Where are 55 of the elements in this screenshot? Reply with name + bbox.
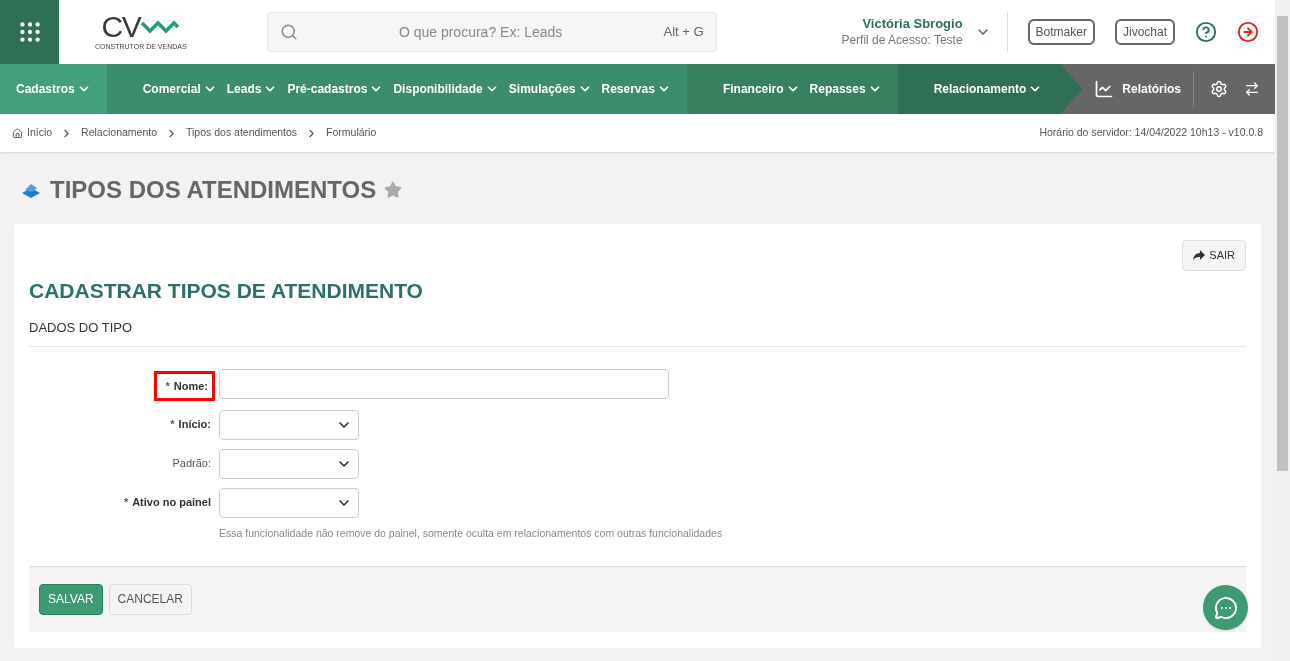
nav-menu-item[interactable]: Repasses <box>809 80 882 98</box>
breadcrumb-link[interactable]: Início <box>27 125 53 141</box>
share-arrow-icon <box>1193 249 1206 261</box>
shortcut-hint: Alt + G <box>663 23 704 42</box>
field-label: * Início: <box>170 412 215 437</box>
logout-icon[interactable] <box>1237 21 1259 43</box>
nav-menu-item[interactable]: Simulações <box>508 80 592 98</box>
breadcrumb-link[interactable]: Formulário <box>326 125 377 141</box>
help-text: Essa funcionalidade não remove do painel, somente oculta em relacionamentos com outras funcionalidades <box>219 526 723 541</box>
apps-menu-button[interactable] <box>0 0 59 64</box>
nav-menu-item[interactable]: Cadastros <box>16 80 91 98</box>
select-field[interactable] <box>219 449 359 479</box>
settings-icon[interactable] <box>1210 80 1228 98</box>
exit-button[interactable]: SAIR <box>1182 240 1246 271</box>
cancel-button[interactable]: CANCELAR <box>108 583 192 615</box>
home-icon <box>12 127 23 139</box>
reports-link[interactable]: Relatórios <box>1082 79 1193 99</box>
page-title: TIPOS DOS ATENDIMENTOS <box>50 175 377 205</box>
search-input[interactable]: O que procura? Ex: Leads <box>297 21 664 43</box>
nav-menu-item[interactable]: Leads <box>226 80 278 98</box>
nav-menu-item[interactable]: Pré-cadastros <box>287 80 384 98</box>
required-mark: * <box>123 495 129 510</box>
field-label: * Ativo no painel <box>123 490 215 515</box>
logo-wave-icon <box>140 18 181 35</box>
server-time: Horário do servidor: 14/04/2022 10h13 - v10.0.8 <box>1039 125 1263 141</box>
save-button[interactable]: SALVAR <box>39 583 103 615</box>
section-heading: DADOS DO TIPO <box>29 318 1246 347</box>
breadcrumb-link[interactable]: Tipos dos atendimentos <box>186 125 298 141</box>
name-input[interactable] <box>219 368 669 399</box>
search-field[interactable]: O que procura? Ex: Leads Alt + G <box>266 12 717 52</box>
field-label: * Nome: <box>154 370 215 401</box>
user-menu[interactable]: Victória Sbrogio Perfil de Acesso: Teste <box>841 12 1008 52</box>
favorite-star-icon[interactable] <box>384 181 403 199</box>
form-title: CADASTRAR TIPOS DE ATENDIMENTO <box>29 277 424 304</box>
select-field[interactable] <box>219 488 359 518</box>
chat-button[interactable]: Jivochat <box>1114 19 1175 45</box>
breadcrumb-link[interactable]: Relacionamento <box>81 125 157 141</box>
chat-bubble-icon <box>1213 595 1238 620</box>
select-field[interactable] <box>219 410 359 440</box>
line-chart-icon <box>1094 79 1115 99</box>
required-mark: * <box>165 378 170 394</box>
swap-icon[interactable] <box>1244 81 1260 97</box>
logo-letters: CV <box>101 11 141 42</box>
access-profile: Perfil de Acesso: Teste <box>841 32 963 48</box>
field-label: Padrão: <box>172 456 212 471</box>
nav-menu-item[interactable]: Comercial <box>142 80 217 98</box>
user-name: Victória Sbrogio <box>862 16 963 33</box>
nav-menu-item[interactable]: Relacionamento <box>933 80 1043 98</box>
nav-menu-item[interactable]: Disponibilidade <box>393 80 499 98</box>
help-icon[interactable] <box>1195 21 1217 43</box>
chat-button[interactable]: Botmaker <box>1027 19 1095 45</box>
search-icon <box>279 23 298 41</box>
nav-menu-item[interactable]: Financeiro <box>722 80 800 98</box>
nav-menu-item[interactable]: Reservas <box>601 80 671 98</box>
required-mark: * <box>170 417 175 432</box>
